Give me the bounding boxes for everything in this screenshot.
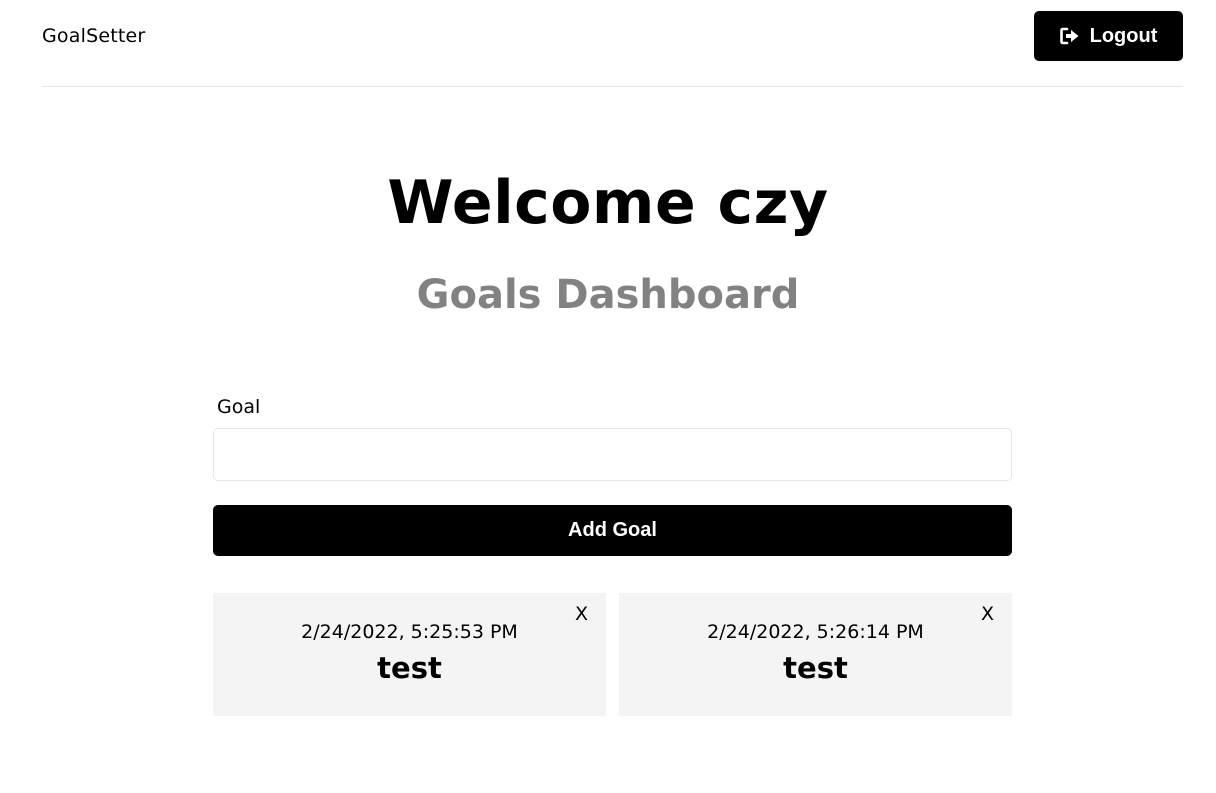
logout-button[interactable]: Logout bbox=[1034, 11, 1183, 61]
dashboard-subtitle: Goals Dashboard bbox=[416, 272, 800, 318]
goal-card: 2/24/2022, 5:26:14 PM test X bbox=[619, 593, 1012, 716]
delete-goal-button[interactable]: X bbox=[981, 603, 994, 625]
goals-list: 2/24/2022, 5:25:53 PM test X 2/24/2022, … bbox=[213, 593, 1012, 716]
goal-date: 2/24/2022, 5:25:53 PM bbox=[301, 621, 518, 643]
goal-text: test bbox=[783, 651, 848, 685]
delete-goal-button[interactable]: X bbox=[575, 603, 588, 625]
sign-out-icon bbox=[1059, 27, 1080, 45]
goal-card: 2/24/2022, 5:25:53 PM test X bbox=[213, 593, 606, 716]
header: GoalSetter Logout bbox=[42, 0, 1183, 87]
add-goal-button[interactable]: Add Goal bbox=[213, 505, 1012, 556]
goal-label: Goal bbox=[217, 396, 261, 418]
goal-input[interactable] bbox=[213, 428, 1012, 481]
goal-text: test bbox=[377, 651, 442, 685]
goal-form: Goal Add Goal bbox=[213, 394, 1012, 556]
logout-label: Logout bbox=[1089, 24, 1158, 47]
app-logo[interactable]: GoalSetter bbox=[42, 25, 145, 47]
goal-date: 2/24/2022, 5:26:14 PM bbox=[707, 621, 924, 643]
welcome-heading: Welcome czy bbox=[387, 168, 829, 238]
